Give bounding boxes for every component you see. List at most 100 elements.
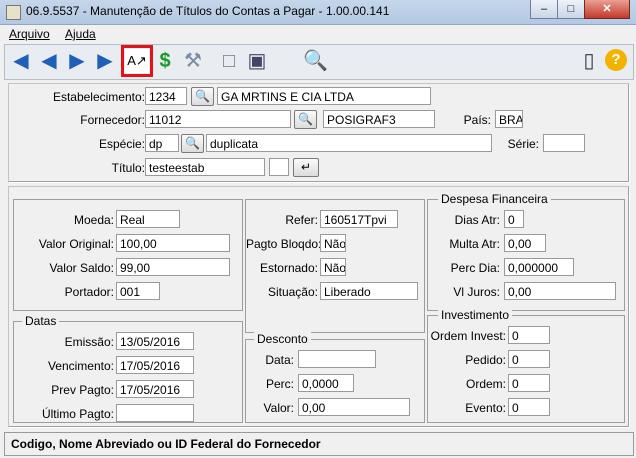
ordem-label: Ordem: <box>465 377 506 391</box>
valor-original-field: 100,00 <box>116 234 230 252</box>
prev-pagto-label: Prev Pagto: <box>51 383 114 397</box>
next-record-icon[interactable]: ▶ <box>65 49 89 73</box>
portador-field: 001 <box>116 282 160 300</box>
datas-title: Datas <box>22 314 60 328</box>
refer-field: 160517Tpvi <box>320 210 398 228</box>
especie-code-input[interactable]: dp <box>145 134 179 152</box>
desconto-perc-field: 0,0000 <box>298 374 354 392</box>
estabelecimento-code-input[interactable]: 1234 <box>145 87 187 105</box>
desconto-data-label: Data: <box>265 353 294 367</box>
ultimo-pagto-field <box>116 404 194 422</box>
desconto-data-field <box>298 350 376 368</box>
moeda-label: Moeda: <box>73 213 114 227</box>
previous-record-icon[interactable]: ◀ <box>37 49 61 73</box>
situacao-field: Liberado <box>320 282 418 300</box>
especie-lookup-button[interactable]: 🔍 <box>181 134 204 153</box>
investimento-title: Investimento <box>438 308 513 322</box>
pedido-field: 0 <box>508 350 550 368</box>
refer-label: Refer: <box>285 213 318 227</box>
especie-desc-field: duplicata <box>206 134 492 152</box>
status-text: Codigo, Nome Abreviado ou ID Federal do … <box>11 437 321 451</box>
situacao-label: Situação: <box>267 285 318 299</box>
search-document-icon[interactable]: 🔍 <box>303 49 328 73</box>
document-icon[interactable]: □ <box>217 49 241 73</box>
serie-input[interactable] <box>543 134 585 152</box>
help-icon[interactable]: ? <box>605 49 627 71</box>
estabelecimento-name-field: GA MRTINS E CIA LTDA <box>217 87 431 105</box>
minimize-button[interactable]: – <box>530 0 558 19</box>
magnifier-icon: 🔍 <box>195 89 210 103</box>
valor-saldo-field: 99,00 <box>116 258 230 276</box>
estabelecimento-lookup-button[interactable]: 🔍 <box>191 87 214 106</box>
title-bar: 06.9.5537 - Manutenção de Títulos do Con… <box>0 0 636 25</box>
fornecedor-short-name-field: POSIGRAF3 <box>323 110 435 128</box>
dias-atr-field: 0 <box>504 210 524 228</box>
enter-button[interactable]: ↵ <box>293 158 319 177</box>
portador-label: Portador: <box>64 285 114 299</box>
despesa-group: Despesa Financeira Dias Atr: 0 Multa Atr… <box>427 192 625 311</box>
datas-group: Datas Emissão: 13/05/2016 Vencimento: 17… <box>13 314 243 423</box>
valor-saldo-label: Valor Saldo: <box>49 261 114 275</box>
desconto-title: Desconto <box>254 332 311 346</box>
titulo-input[interactable]: testeestab <box>145 158 265 176</box>
parcela-input[interactable] <box>269 158 289 176</box>
estabelecimento-label: Estabelecimento: <box>52 90 145 104</box>
vencimento-field: 17/05/2016 <box>116 356 194 374</box>
status-group: Refer: 160517Tpvi Pagto Bloqdo: Não Esto… <box>245 199 425 333</box>
magnifier-icon: 🔍 <box>298 112 313 126</box>
multa-atr-label: Multa Atr: <box>449 237 500 251</box>
app-icon <box>6 5 21 20</box>
desconto-perc-label: Perc: <box>265 377 294 391</box>
close-button[interactable]: ✕ <box>584 0 630 19</box>
estornado-label: Estornado: <box>259 261 318 275</box>
evento-field: 0 <box>508 398 550 416</box>
pagto-bloqdo-label: Pagto Bloqdo: <box>246 237 322 251</box>
ultimo-pagto-label: Último Pagto: <box>41 407 114 421</box>
titulo-label: Título: <box>111 161 145 175</box>
pais-label: País: <box>463 113 491 127</box>
moeda-field: Real <box>116 210 180 228</box>
investimento-group: Investimento Ordem Invest: 0 Pedido: 0 O… <box>427 308 625 423</box>
toolbar: ◀︎ ◀ ▶ ▶︎ A↗ $ ⚒ □ ▣ 🔍 ▯ ? <box>4 44 634 80</box>
currency-icon[interactable]: $ <box>153 49 177 73</box>
ordem-field: 0 <box>508 374 550 392</box>
first-record-icon[interactable]: ◀︎ <box>9 49 33 73</box>
last-record-icon[interactable]: ▶︎ <box>93 49 117 73</box>
desconto-valor-label: Valor: <box>263 401 294 415</box>
goto-record-icon[interactable]: A↗ <box>121 45 153 77</box>
multa-atr-field: 0,00 <box>504 234 546 252</box>
despesa-title: Despesa Financeira <box>438 192 551 206</box>
ordem-invest-label: Ordem Invest: <box>430 329 506 343</box>
prev-pagto-field: 17/05/2016 <box>116 380 194 398</box>
values-group: Moeda: Real Valor Original: 100,00 Valor… <box>13 199 243 311</box>
especie-label: Espécie: <box>98 137 145 151</box>
menu-arquivo[interactable]: Arquivo <box>9 27 50 41</box>
menu-ajuda[interactable]: Ajuda <box>65 27 96 41</box>
fornecedor-code-input[interactable]: 11012 <box>145 110 291 128</box>
detail-panel: Moeda: Real Valor Original: 100,00 Valor… <box>8 186 630 428</box>
valor-original-label: Valor Original: <box>38 237 114 251</box>
status-bar: Codigo, Nome Abreviado ou ID Federal do … <box>4 432 634 456</box>
maximize-button[interactable]: □ <box>557 0 585 19</box>
vencimento-label: Vencimento: <box>47 359 114 373</box>
desconto-valor-field: 0,00 <box>298 398 410 416</box>
vl-juros-field: 0,00 <box>504 282 616 300</box>
perc-dia-field: 0,000000 <box>504 258 574 276</box>
evento-label: Evento: <box>465 401 506 415</box>
emissao-label: Emissão: <box>64 335 114 349</box>
estornado-field: Não <box>320 258 346 276</box>
fornecedor-lookup-button[interactable]: 🔍 <box>294 110 317 129</box>
perc-dia-label: Perc Dia: <box>450 261 500 275</box>
wrench-icon[interactable]: ⚒ <box>181 49 205 73</box>
fornecedor-label: Fornecedor: <box>80 113 145 127</box>
preview-icon[interactable]: ▣ <box>245 49 269 73</box>
pais-field: BRA <box>495 110 523 128</box>
ordem-invest-field: 0 <box>508 326 550 344</box>
pedido-label: Pedido: <box>465 353 506 367</box>
pagto-bloqdo-field: Não <box>320 234 346 252</box>
dias-atr-label: Dias Atr: <box>454 213 500 227</box>
exit-door-icon[interactable]: ▯ <box>577 49 601 73</box>
serie-label: Série: <box>507 137 539 151</box>
enter-arrow-icon: ↵ <box>300 160 312 174</box>
desconto-group: Desconto Data: Perc: 0,0000 Valor: 0,00 <box>245 332 425 423</box>
